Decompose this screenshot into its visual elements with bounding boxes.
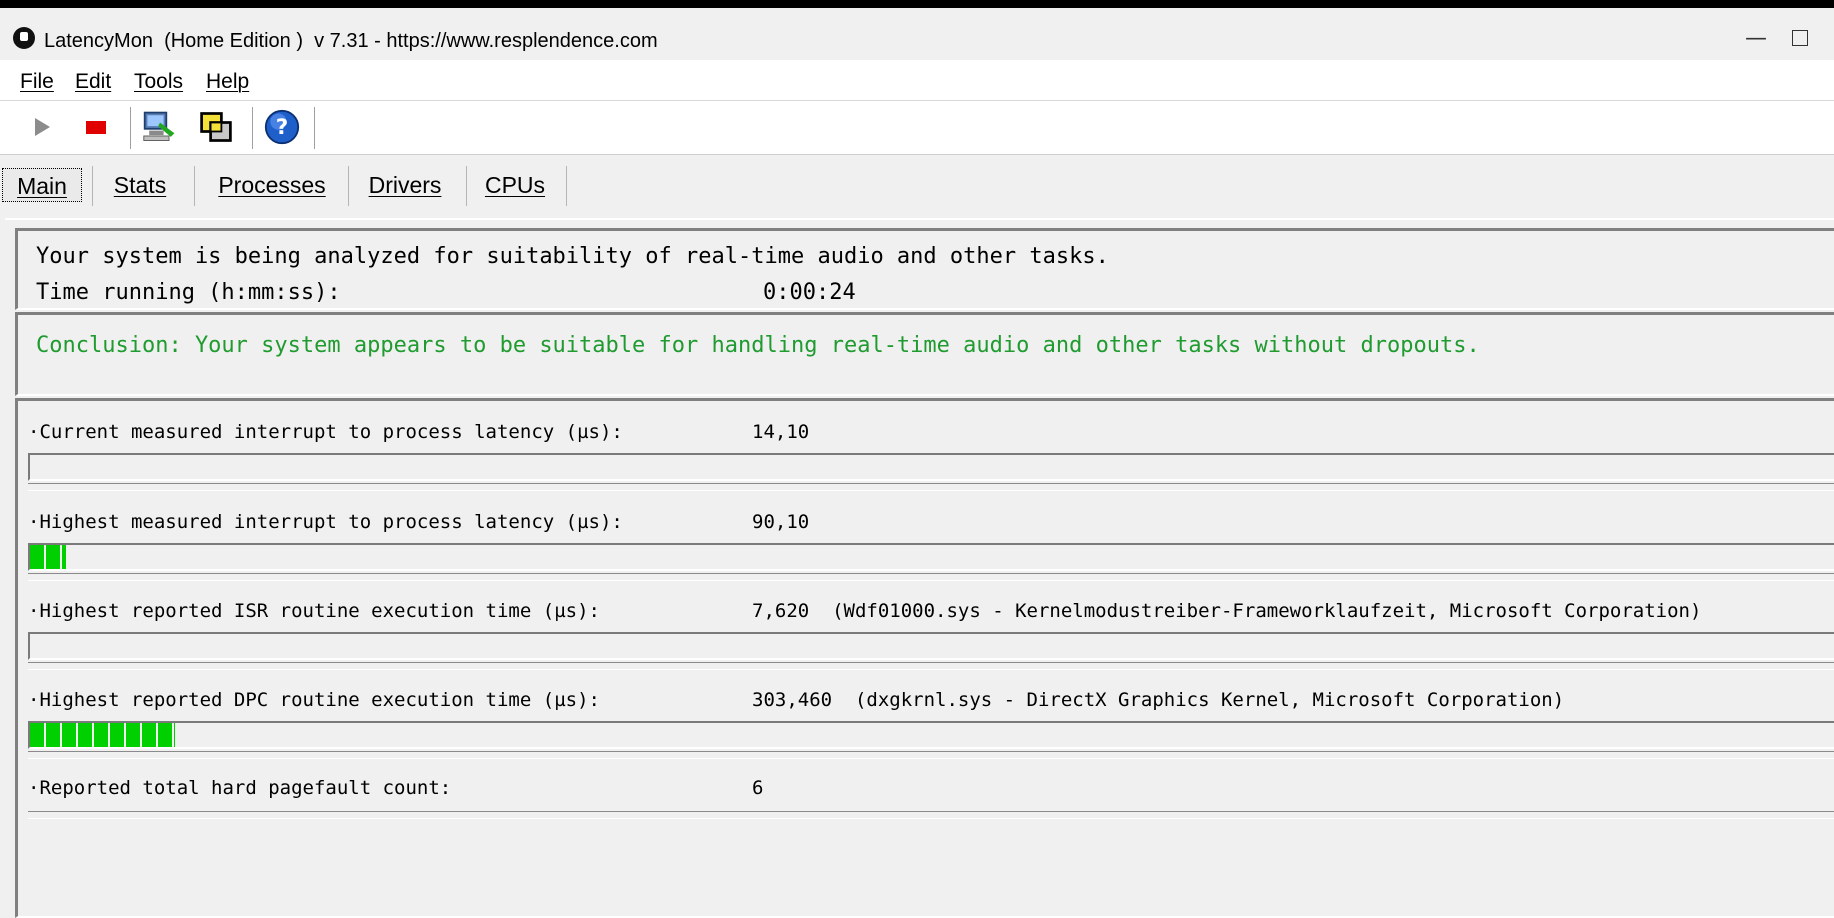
- tab-bar: Main Stats Processes Drivers CPUs: [0, 162, 1834, 208]
- tab-separator: [566, 166, 567, 206]
- dpc-time-label: ·Highest reported DPC routine execution …: [28, 689, 600, 711]
- analysis-status-text: Your system is being analyzed for suitab…: [36, 244, 1109, 269]
- toolbar: ?: [0, 101, 1834, 155]
- help-button[interactable]: ?: [264, 109, 300, 145]
- tab-stats[interactable]: Stats: [104, 168, 176, 202]
- highest-latency-value: 90,10: [752, 511, 810, 533]
- minimize-button[interactable]: —: [1745, 26, 1767, 51]
- highest-latency-label: ·Highest measured interrupt to process l…: [28, 511, 623, 533]
- menu-edit[interactable]: Edit: [75, 70, 111, 94]
- windows-stack-icon: [200, 112, 232, 142]
- status-panel: Your system is being analyzed for suitab…: [15, 228, 1834, 310]
- main-tab-content: Your system is being analyzed for suitab…: [5, 218, 1834, 918]
- time-running-label: Time running (h:mm:ss):: [36, 280, 341, 305]
- metric-separator: [28, 483, 1834, 491]
- conclusion-text: Conclusion: Your system appears to be su…: [36, 333, 1480, 358]
- isr-time-label: ·Highest reported ISR routine execution …: [28, 600, 600, 622]
- svg-text:?: ?: [276, 115, 289, 140]
- isr-time-value: 7,620 (Wdf01000.sys - Kernelmodustreiber…: [752, 600, 1702, 622]
- start-button[interactable]: [24, 109, 60, 145]
- stop-button[interactable]: [78, 109, 114, 145]
- metrics-panel: ·Current measured interrupt to process l…: [15, 398, 1834, 918]
- time-running-value: 0:00:24: [763, 280, 856, 305]
- app-icon: [13, 27, 35, 49]
- dpc-time-bar: [28, 721, 1834, 749]
- tab-main[interactable]: Main: [2, 168, 82, 202]
- dpc-time-bar-fill: [30, 723, 175, 747]
- maximize-button[interactable]: [1792, 30, 1808, 46]
- title-bar: LatencyMon (Home Edition ) v 7.31 - http…: [0, 8, 1834, 60]
- tab-separator: [466, 166, 467, 206]
- current-latency-bar: [28, 453, 1834, 481]
- tab-separator: [348, 166, 349, 206]
- toolbar-separator: [252, 107, 256, 149]
- help-icon: ?: [264, 109, 300, 145]
- current-latency-label: ·Current measured interrupt to process l…: [28, 421, 623, 443]
- tab-cpus[interactable]: CPUs: [478, 168, 552, 202]
- current-latency-value: 14,10: [752, 421, 810, 443]
- computer-monitor-icon: [143, 111, 175, 141]
- metric-separator: [28, 811, 1834, 819]
- toolbar-separator: [314, 107, 318, 149]
- metric-separator: [28, 751, 1834, 759]
- pagefault-value: 6: [752, 777, 764, 799]
- stop-icon: [86, 121, 106, 134]
- toolbar-separator: [130, 107, 134, 149]
- isr-time-bar: [28, 632, 1834, 660]
- window-title: LatencyMon (Home Edition ) v 7.31 - http…: [44, 30, 658, 52]
- pagefault-label: ·Reported total hard pagefault count:: [28, 777, 452, 799]
- top-strip: [0, 0, 1834, 8]
- tab-separator: [194, 166, 195, 206]
- highest-latency-bar-fill: [30, 545, 67, 569]
- metric-separator: [28, 573, 1834, 581]
- dpc-time-value: 303,460 (dxgkrnl.sys - DirectX Graphics …: [752, 689, 1565, 711]
- tab-drivers[interactable]: Drivers: [360, 168, 450, 202]
- menu-file[interactable]: File: [20, 70, 54, 94]
- metric-separator: [28, 662, 1834, 670]
- play-icon: [35, 118, 50, 136]
- tab-separator: [92, 166, 93, 206]
- highest-latency-bar: [28, 543, 1834, 571]
- menu-bar: File Edit Tools Help: [0, 60, 1834, 101]
- menu-tools[interactable]: Tools: [134, 70, 183, 94]
- monitor-button[interactable]: [142, 109, 178, 145]
- windows-button[interactable]: [198, 109, 234, 145]
- tab-processes[interactable]: Processes: [206, 168, 338, 202]
- menu-help[interactable]: Help: [206, 70, 249, 94]
- conclusion-panel: Conclusion: Your system appears to be su…: [15, 312, 1834, 396]
